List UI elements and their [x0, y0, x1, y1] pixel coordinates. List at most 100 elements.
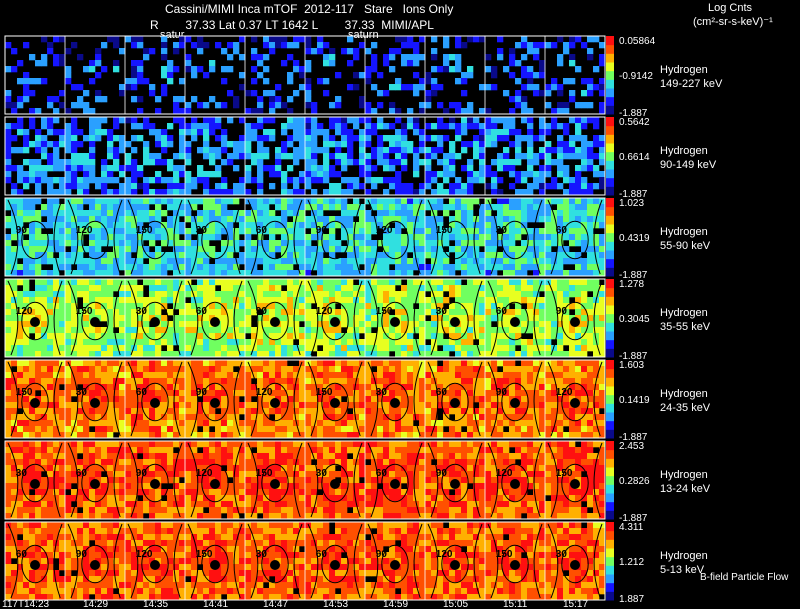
heatmap-cell	[365, 372, 372, 379]
heatmap-cell	[425, 165, 432, 172]
heatmap-cell	[479, 108, 486, 115]
heatmap-cell	[77, 351, 84, 358]
heatmap-cell	[431, 147, 438, 154]
heatmap-cell	[485, 165, 492, 172]
heatmap-cell	[521, 240, 528, 247]
heatmap-cell	[155, 234, 162, 241]
heatmap-cell	[23, 339, 30, 346]
heatmap-cell	[461, 108, 468, 115]
heatmap-cell	[527, 327, 534, 334]
heatmap-cell	[299, 258, 306, 265]
heatmap-cell	[305, 339, 312, 346]
heatmap-cell	[239, 279, 246, 286]
heatmap-cell	[545, 240, 552, 247]
heatmap-cell	[467, 279, 474, 286]
heatmap-cell	[53, 177, 60, 184]
heatmap-cell	[431, 84, 438, 91]
heatmap-cell	[365, 327, 372, 334]
heatmap-cell	[299, 396, 306, 403]
heatmap-cell	[599, 234, 606, 241]
heatmap-cell	[299, 153, 306, 160]
heatmap-cell	[329, 372, 336, 379]
heatmap-cell	[143, 54, 150, 61]
heatmap-cell	[83, 210, 90, 217]
heatmap-cell	[281, 42, 288, 49]
heatmap-cell	[335, 141, 342, 148]
heatmap-cell	[335, 408, 342, 415]
heatmap-cell	[569, 204, 576, 211]
heatmap-cell	[275, 366, 282, 373]
heatmap-cell	[317, 351, 324, 358]
heatmap-cell	[341, 153, 348, 160]
heatmap-cell	[131, 159, 138, 166]
heatmap-cell	[329, 240, 336, 247]
heatmap-cell	[383, 159, 390, 166]
heatmap-cell	[101, 258, 108, 265]
heatmap-cell	[437, 270, 444, 277]
heatmap-cell	[533, 48, 540, 55]
heatmap-cell	[95, 426, 102, 433]
heatmap-cell	[575, 189, 582, 196]
heatmap-cell	[29, 264, 36, 271]
heatmap-cell	[509, 171, 516, 178]
heatmap-cell	[143, 123, 150, 130]
heatmap-cell	[335, 198, 342, 205]
heatmap-cell	[407, 189, 414, 196]
heatmap-cell	[587, 210, 594, 217]
heatmap-cell	[65, 141, 72, 148]
heatmap-cell	[89, 147, 96, 154]
heatmap-cell	[575, 285, 582, 292]
heatmap-cell	[539, 171, 546, 178]
heatmap-cell	[263, 345, 270, 352]
heatmap-cell	[323, 216, 330, 223]
heatmap-cell	[239, 183, 246, 190]
heatmap-cell	[509, 360, 516, 367]
heatmap-cell	[509, 351, 516, 358]
heatmap-cell	[269, 264, 276, 271]
heatmap-cell	[557, 171, 564, 178]
heatmap-cell	[485, 408, 492, 415]
heatmap-cell	[347, 204, 354, 211]
heatmap-cell	[479, 216, 486, 223]
heatmap-cell	[599, 264, 606, 271]
heatmap-cell	[299, 384, 306, 391]
heatmap-cell	[77, 414, 84, 421]
heatmap-cell	[119, 339, 126, 346]
heatmap-cell	[467, 183, 474, 190]
heatmap-cell	[299, 117, 306, 124]
heatmap-cell	[467, 141, 474, 148]
heatmap-cell	[587, 258, 594, 265]
heatmap-cell	[449, 327, 456, 334]
heatmap-cell	[479, 159, 486, 166]
heatmap-cell	[581, 210, 588, 217]
heatmap-cell	[239, 177, 246, 184]
heatmap-cell	[65, 216, 72, 223]
heatmap-cell	[179, 240, 186, 247]
heatmap-cell	[299, 420, 306, 427]
heatmap-cell	[167, 309, 174, 316]
heatmap-cell	[377, 426, 384, 433]
colorbar-segment	[606, 198, 614, 208]
heatmap-cell	[47, 426, 54, 433]
heatmap-cell	[395, 234, 402, 241]
heatmap-cell	[167, 366, 174, 373]
heatmap-cell	[479, 123, 486, 130]
heatmap-cell	[47, 165, 54, 172]
heatmap-cell	[149, 159, 156, 166]
heatmap-cell	[17, 333, 24, 340]
heatmap-cell	[203, 345, 210, 352]
heatmap-cell	[407, 222, 414, 229]
heatmap-cell	[407, 432, 414, 439]
heatmap-cell	[257, 432, 264, 439]
heatmap-cell	[53, 153, 60, 160]
heatmap-cell	[299, 414, 306, 421]
heatmap-cell	[35, 327, 42, 334]
heatmap-cell	[197, 210, 204, 217]
heatmap-cell	[83, 189, 90, 196]
heatmap-cell	[173, 48, 180, 55]
heatmap-cell	[503, 291, 510, 298]
heatmap-cell	[587, 228, 594, 235]
heatmap-cell	[467, 297, 474, 304]
heatmap-cell	[401, 42, 408, 49]
heatmap-cell	[89, 141, 96, 148]
